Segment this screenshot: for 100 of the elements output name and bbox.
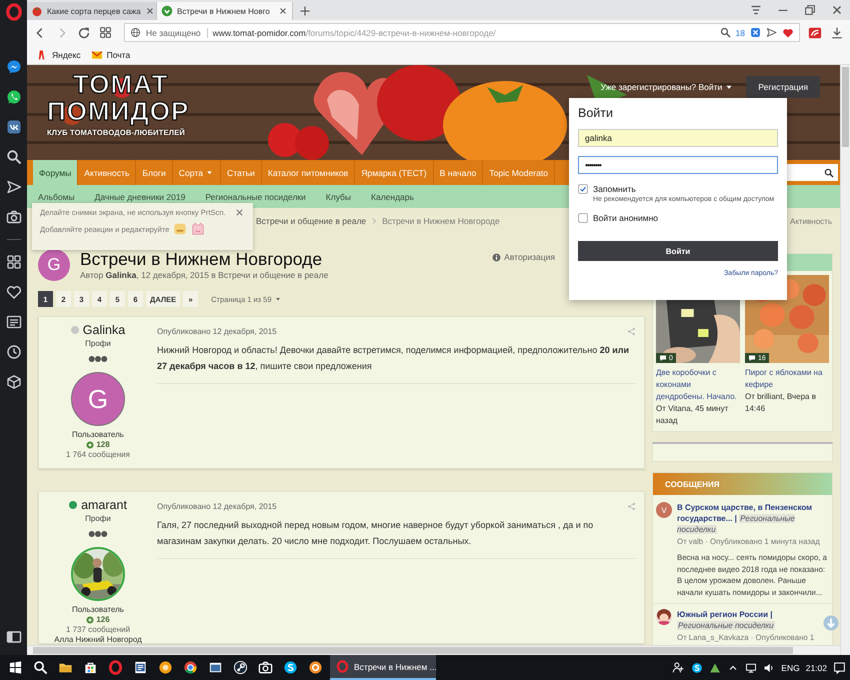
disc-icon[interactable] xyxy=(158,660,173,675)
sign-in-link[interactable]: Уже зарегистрированы? Войти xyxy=(600,82,734,92)
sub-nav-link[interactable]: Альбомы xyxy=(28,192,85,202)
send-icon[interactable] xyxy=(766,27,777,38)
register-button[interactable]: Регистрация xyxy=(746,76,820,98)
skype-icon[interactable] xyxy=(691,662,704,674)
author-name[interactable]: Galinka xyxy=(82,323,126,337)
grid-icon[interactable] xyxy=(99,26,112,39)
vk-icon[interactable] xyxy=(6,119,22,135)
sub-nav-link[interactable]: Дачные дневники 2019 xyxy=(84,192,196,202)
comment-icon xyxy=(659,354,667,362)
checkbox-label[interactable]: Запомнить xyxy=(593,184,636,194)
checkbox[interactable] xyxy=(578,213,588,223)
breadcrumb-link[interactable]: Встречи в Нижнем Новгороде xyxy=(382,216,500,226)
download-icon[interactable] xyxy=(830,26,844,40)
browser-tab[interactable]: Какие сорта перцев сажа xyxy=(27,2,157,20)
restore-icon[interactable] xyxy=(803,3,817,17)
sub-nav-link[interactable]: Региональные посиделки xyxy=(195,192,316,202)
scrollbar[interactable] xyxy=(840,65,850,655)
steam-icon[interactable] xyxy=(233,660,248,675)
menu-icon[interactable] xyxy=(749,3,763,17)
heart-icon[interactable] xyxy=(6,284,22,300)
messenger-icon[interactable] xyxy=(6,59,22,75)
opera-logo-icon[interactable] xyxy=(108,660,123,675)
network-icon[interactable] xyxy=(745,662,758,674)
plus-icon xyxy=(86,616,94,624)
camera-icon[interactable] xyxy=(258,660,273,675)
search-icon xyxy=(824,168,834,178)
info-icon xyxy=(492,252,502,262)
nav-tab[interactable]: Форумы xyxy=(33,160,78,185)
cube-icon[interactable] xyxy=(6,374,22,390)
sub-nav-link[interactable]: Клубы xyxy=(316,192,362,202)
password-field[interactable]: •••••••• xyxy=(578,156,778,174)
skype-icon[interactable] xyxy=(283,660,298,675)
bookmark[interactable]: Яндекс xyxy=(36,48,81,60)
language-indicator[interactable]: ENG xyxy=(781,662,800,672)
sticker-icon[interactable] xyxy=(173,222,188,236)
envelope-icon xyxy=(90,48,103,60)
reputation: 126 xyxy=(96,615,110,624)
message-title-link[interactable]: Южный регион России | Региональные посиделки xyxy=(677,609,816,631)
checkbox[interactable] xyxy=(578,184,588,194)
post-count: 1 764 сообщения xyxy=(66,450,130,459)
plus-icon[interactable] xyxy=(299,5,311,17)
bag-icon[interactable] xyxy=(83,660,98,675)
plus-icon xyxy=(86,440,94,448)
document-icon[interactable] xyxy=(133,660,148,675)
wheel-icon[interactable] xyxy=(183,660,198,675)
gallery-meta: От brilliant, Вчера в 14:46 xyxy=(745,391,817,415)
gallery-title-link[interactable]: Две коробочки с коконами дендробены. Начало. xyxy=(656,367,740,403)
avatar: G xyxy=(38,249,70,281)
gear-icon[interactable] xyxy=(308,660,323,675)
clock-icon[interactable] xyxy=(6,344,22,360)
chevron-icon xyxy=(370,217,378,225)
grid-icon[interactable] xyxy=(6,254,22,270)
extension-icon[interactable] xyxy=(808,26,822,40)
search-icon[interactable] xyxy=(6,149,22,165)
sub-nav-link[interactable]: Календарь xyxy=(361,192,424,202)
checkbox-label[interactable]: Войти анонимно xyxy=(593,213,658,223)
username-field[interactable]: galinka xyxy=(578,129,778,147)
author-group: Пользователь xyxy=(72,430,124,439)
sidebar-toggle-icon[interactable] xyxy=(6,629,22,645)
reload-icon[interactable] xyxy=(77,26,91,40)
avatar[interactable]: G xyxy=(71,372,125,426)
triangle-icon[interactable] xyxy=(709,662,722,674)
message-title-link[interactable]: В Сурском царстве, в Пензенском государстве... | Региональные посиделки xyxy=(677,502,830,535)
clock-time[interactable]: 21:02 xyxy=(806,662,827,672)
bookmark[interactable]: Почта xyxy=(90,48,130,60)
opera-logo-icon[interactable] xyxy=(4,3,22,21)
heart-icon[interactable] xyxy=(782,26,794,38)
window-icon[interactable] xyxy=(208,660,223,675)
author-name[interactable]: amarant xyxy=(81,498,127,512)
breadcrumb-link[interactable]: Встречи и общение в реале xyxy=(256,216,366,226)
search-icon[interactable] xyxy=(720,27,731,38)
address-field[interactable]: Не защищено www.tomat-pomidor.com/forums/topic/4429-встречи-в-нижнем-новгороде/ 18 xyxy=(124,23,800,42)
scrollbar[interactable] xyxy=(27,645,840,655)
search-icon[interactable] xyxy=(33,660,48,675)
sign-in-notice: Авторизация xyxy=(504,252,555,262)
browser-tab[interactable]: Встречи в Нижнем Новго xyxy=(157,2,293,20)
gallery-title-link[interactable]: Пирог с яблоками на кефире xyxy=(745,367,829,391)
whatsapp-icon[interactable] xyxy=(6,89,22,105)
widget-title: СООБЩЕНИЯ xyxy=(665,480,720,488)
popup-title: Войти xyxy=(578,106,614,120)
post-text: Галя, 27 последний выходной перед новым годом, многие наверное будут уборкой заниматься , да и по магазинам закупки делать. 20 число мне подходит. Послушаем остальных. xyxy=(157,517,636,559)
close-icon[interactable] xyxy=(144,6,155,16)
taskbar-button[interactable]: Встречи в Нижнем ... xyxy=(330,655,436,680)
windows-icon[interactable] xyxy=(8,660,23,675)
close-icon[interactable] xyxy=(234,207,245,218)
sign-in-button[interactable]: Войти xyxy=(578,241,778,261)
post-text: Нижний Новгород и область! Девочки давайте встретимся, поделимся информацией, предположительно 20 или 27 декабря часов в 12, пишите свои предложения xyxy=(157,342,636,384)
logo-text: ТОМАТ xyxy=(73,71,168,98)
volume-icon[interactable] xyxy=(763,662,776,674)
activity-link[interactable]: Активность xyxy=(790,216,832,226)
x-badge-icon[interactable] xyxy=(750,27,761,38)
close-icon[interactable] xyxy=(278,6,288,16)
person-icon[interactable] xyxy=(672,661,686,674)
news-icon[interactable] xyxy=(6,314,22,330)
camera-icon[interactable] xyxy=(6,209,22,225)
comment-icon xyxy=(748,354,756,362)
caret-icon xyxy=(274,295,282,303)
notification-icon[interactable] xyxy=(833,661,846,674)
